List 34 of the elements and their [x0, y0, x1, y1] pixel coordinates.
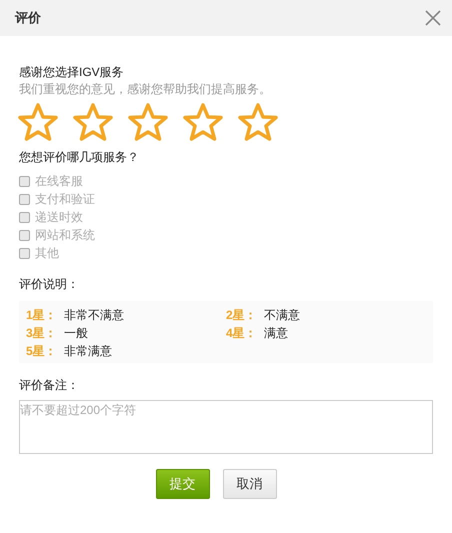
star-icon[interactable] [17, 102, 59, 142]
remarks-label: 评价备注： [19, 377, 80, 394]
service-checkbox[interactable] [19, 230, 30, 240]
star-icon[interactable] [72, 102, 114, 142]
intro-heading: 感谢您选择IGV服务 [19, 64, 125, 81]
star-level: 5星： [26, 342, 58, 360]
level-meaning: 不满意 [264, 306, 300, 324]
legend-title: 评价说明： [19, 276, 80, 293]
intro-subtitle: 我们重视您的意见，感谢您帮助我们提高服务。 [19, 81, 272, 98]
service-label: 网站和系统 [35, 227, 95, 244]
service-checkbox[interactable] [19, 248, 30, 258]
star-level: 2星： [226, 306, 258, 324]
service-checkbox[interactable] [19, 176, 30, 186]
star-level: 4星： [226, 324, 258, 342]
star-level: 1星： [26, 306, 58, 324]
remarks-field[interactable]: 请不要超过200个字符 [19, 400, 433, 454]
service-checkbox[interactable] [19, 212, 30, 222]
close-icon[interactable] [424, 9, 442, 27]
level-meaning: 非常不满意 [64, 306, 124, 324]
service-label: 递送时效 [35, 209, 83, 226]
star-icon[interactable] [127, 102, 169, 142]
cancel-button[interactable]: 取消 [222, 469, 276, 499]
dialog-title: 评价 [15, 9, 41, 28]
star-icon[interactable] [237, 102, 279, 142]
service-label: 在线客服 [35, 173, 83, 190]
star-level: 3星： [26, 324, 58, 342]
service-checkbox[interactable] [19, 194, 30, 204]
star-icon[interactable] [182, 102, 224, 142]
level-meaning: 一般 [64, 324, 88, 342]
question-label: 您想评价哪几项服务？ [19, 149, 140, 166]
service-label: 其他 [35, 245, 59, 262]
service-label: 支付和验证 [35, 191, 95, 208]
level-meaning: 非常满意 [64, 342, 112, 360]
level-meaning: 满意 [264, 324, 288, 342]
